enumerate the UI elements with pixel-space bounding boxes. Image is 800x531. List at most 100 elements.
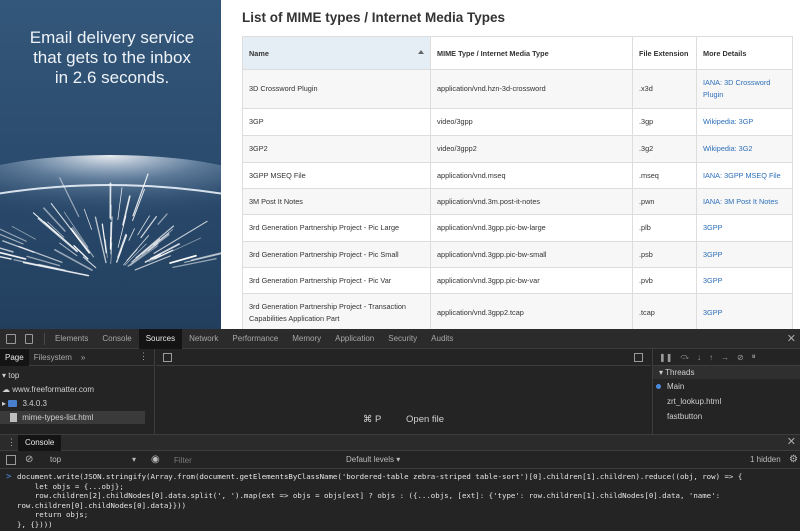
threads-section-header[interactable]: ▾ Threads xyxy=(653,366,800,379)
devtools-panel: Elements Console Sources Network Performance… xyxy=(0,329,800,531)
chevron-down-icon: ▾ xyxy=(132,455,137,464)
email-ad-banner[interactable]: Email delivery service that gets to the … xyxy=(0,0,221,329)
cell-name: 3rd Generation Partnership Project - Pic… xyxy=(242,214,431,242)
gear-icon[interactable]: ⚙ xyxy=(789,451,798,469)
open-file-hint[interactable]: ⌘ P Open file xyxy=(156,414,651,425)
cell-name: 3D Crossword Plugin xyxy=(242,69,431,109)
step-out-icon[interactable]: ↑ xyxy=(709,353,713,362)
console-input[interactable]: > document.write(JSON.stringify(Array.fr… xyxy=(0,469,800,531)
screen: Email delivery service that gets to the … xyxy=(0,0,800,531)
toggle-navigator-icon[interactable] xyxy=(163,353,172,362)
cell-details: IANA: 3D Crossword Plugin xyxy=(696,69,793,109)
planet-speed-art xyxy=(0,155,221,277)
thread-item[interactable]: fastbutton xyxy=(653,409,800,424)
thread-item[interactable]: zrt_lookup.html xyxy=(653,394,800,409)
details-link[interactable]: 3GPP xyxy=(703,276,722,285)
tree-label: top xyxy=(8,371,20,380)
clear-console-icon[interactable]: ⊘ xyxy=(25,451,33,469)
page-title: List of MIME types / Internet Media Type… xyxy=(242,10,506,25)
triangle-down-icon: ▾ xyxy=(2,371,7,380)
tree-item-top[interactable]: ▾ top xyxy=(2,369,19,382)
tree-item-folder[interactable]: ▸ 3.4.0.3 xyxy=(2,397,47,410)
column-header-mime-type[interactable]: MIME Type / Internet Media Type xyxy=(430,36,633,70)
tab-console[interactable]: Console xyxy=(18,435,62,451)
inspect-element-icon[interactable] xyxy=(6,334,16,344)
tab-application[interactable]: Application xyxy=(328,329,381,349)
context-selector[interactable]: top xyxy=(50,451,61,469)
close-drawer-icon[interactable]: ✕ xyxy=(787,435,796,448)
tree-label: mime-types-list.html xyxy=(22,413,94,422)
tab-network[interactable]: Network xyxy=(182,329,225,349)
cell-mime-type: application/vnd.3gpp.pic-bw-large xyxy=(430,214,633,242)
editor-toolbar xyxy=(156,349,651,366)
close-devtools-icon[interactable]: ✕ xyxy=(787,332,796,345)
column-header-label: Name xyxy=(249,48,269,58)
deactivate-breakpoints-icon[interactable]: ⊘ xyxy=(737,353,744,362)
tab-sources[interactable]: Sources xyxy=(138,329,183,349)
details-link[interactable]: 3GPP xyxy=(703,308,722,317)
pause-icon[interactable]: ❚❚ xyxy=(659,353,672,362)
cell-details: 3GPP xyxy=(696,214,793,242)
cell-details: 3GPP xyxy=(696,241,793,268)
table-body: 3D Crossword Plugin application/vnd.hzn-3… xyxy=(242,69,793,329)
pause-on-exceptions-icon[interactable]: ⏸ xyxy=(752,352,756,362)
step-over-icon[interactable]: ⤼ xyxy=(680,352,689,362)
tree-item-domain[interactable]: ☁ www.freeformatter.com xyxy=(2,383,94,396)
log-levels-dropdown[interactable]: Default levels ▾ xyxy=(346,451,400,469)
cell-extension: .3gp xyxy=(632,108,697,136)
details-link[interactable]: 3GPP xyxy=(703,223,722,232)
drawer-menu-icon[interactable]: ⋮ xyxy=(7,437,16,448)
table-row: 3rd Generation Partnership Project - Tra… xyxy=(242,293,793,329)
cell-details: IANA: 3M Post It Notes xyxy=(696,188,793,215)
table-row: 3GP2 video/3gpp2.3g2 Wikipedia: 3G2 xyxy=(242,135,793,163)
tree-item-file[interactable]: mime-types-list.html xyxy=(0,411,145,424)
step-into-icon[interactable]: ↓ xyxy=(697,353,701,362)
details-link[interactable]: Wikipedia: 3G2 xyxy=(703,144,752,153)
details-link[interactable]: IANA: 3D Crossword Plugin xyxy=(703,78,770,99)
toggle-debugger-icon[interactable] xyxy=(634,353,643,362)
show-sidebar-icon[interactable] xyxy=(6,455,16,465)
cell-details: Wikipedia: 3GP xyxy=(696,108,793,136)
mime-types-table: Name MIME Type / Internet Media Type Fil… xyxy=(242,36,793,329)
hidden-count: 1 hidden xyxy=(750,455,781,464)
thread-main[interactable]: Main xyxy=(653,379,800,394)
log-levels-label: Default levels xyxy=(346,455,395,464)
cell-name: 3rd Generation Partnership Project - Pic… xyxy=(242,241,431,268)
tab-performance[interactable]: Performance xyxy=(225,329,285,349)
cell-extension: .pvb xyxy=(632,267,697,294)
console-filter-input[interactable] xyxy=(170,454,332,466)
tab-memory[interactable]: Memory xyxy=(285,329,328,349)
tab-elements[interactable]: Elements xyxy=(48,329,95,349)
tab-security[interactable]: Security xyxy=(381,329,424,349)
details-link[interactable]: IANA: 3GPP MSEQ File xyxy=(703,171,781,180)
debugger-toolbar: ❚❚ ⤼ ↓ ↑ → ⊘ ⏸ xyxy=(653,349,800,366)
device-toolbar-icon[interactable] xyxy=(25,334,33,344)
tab-audits[interactable]: Audits xyxy=(424,329,460,349)
cell-name: 3rd Generation Partnership Project - Tra… xyxy=(242,293,431,329)
details-link[interactable]: IANA: 3M Post It Notes xyxy=(703,197,778,206)
console-code[interactable]: document.write(JSON.stringify(Array.from… xyxy=(17,472,797,529)
details-link[interactable]: 3GPP xyxy=(703,250,722,259)
tab-console[interactable]: Console xyxy=(95,329,138,349)
cell-details: IANA: 3GPP MSEQ File xyxy=(696,162,793,189)
cell-name: 3M Post It Notes xyxy=(242,188,431,215)
navigator-menu-icon[interactable]: ⋮ xyxy=(139,351,148,362)
cell-name: 3GP2 xyxy=(242,135,431,163)
table-row: 3GPP MSEQ File application/vnd.mseq .mseq I… xyxy=(242,162,793,189)
column-header-more-details[interactable]: More Details xyxy=(696,36,793,70)
tree-label: www.freeformatter.com xyxy=(12,385,95,394)
eye-icon[interactable]: ◉ xyxy=(151,451,160,469)
more-tabs-icon[interactable]: » xyxy=(77,353,89,362)
tab-page[interactable]: Page xyxy=(0,348,29,366)
column-header-file-extension[interactable]: File Extension xyxy=(632,36,697,70)
step-icon[interactable]: → xyxy=(721,353,729,362)
cell-mime-type: application/vnd.mseq xyxy=(430,162,633,189)
threads-label: Threads xyxy=(665,368,695,377)
table-row: 3D Crossword Plugin application/vnd.hzn-3… xyxy=(242,69,793,109)
speed-streak xyxy=(0,251,27,260)
tab-filesystem[interactable]: Filesystem xyxy=(29,349,77,366)
column-header-name[interactable]: Name xyxy=(242,36,431,70)
triangle-right-icon: ▸ xyxy=(2,399,7,408)
folder-icon xyxy=(8,400,18,407)
details-link[interactable]: Wikipedia: 3GP xyxy=(703,117,753,126)
